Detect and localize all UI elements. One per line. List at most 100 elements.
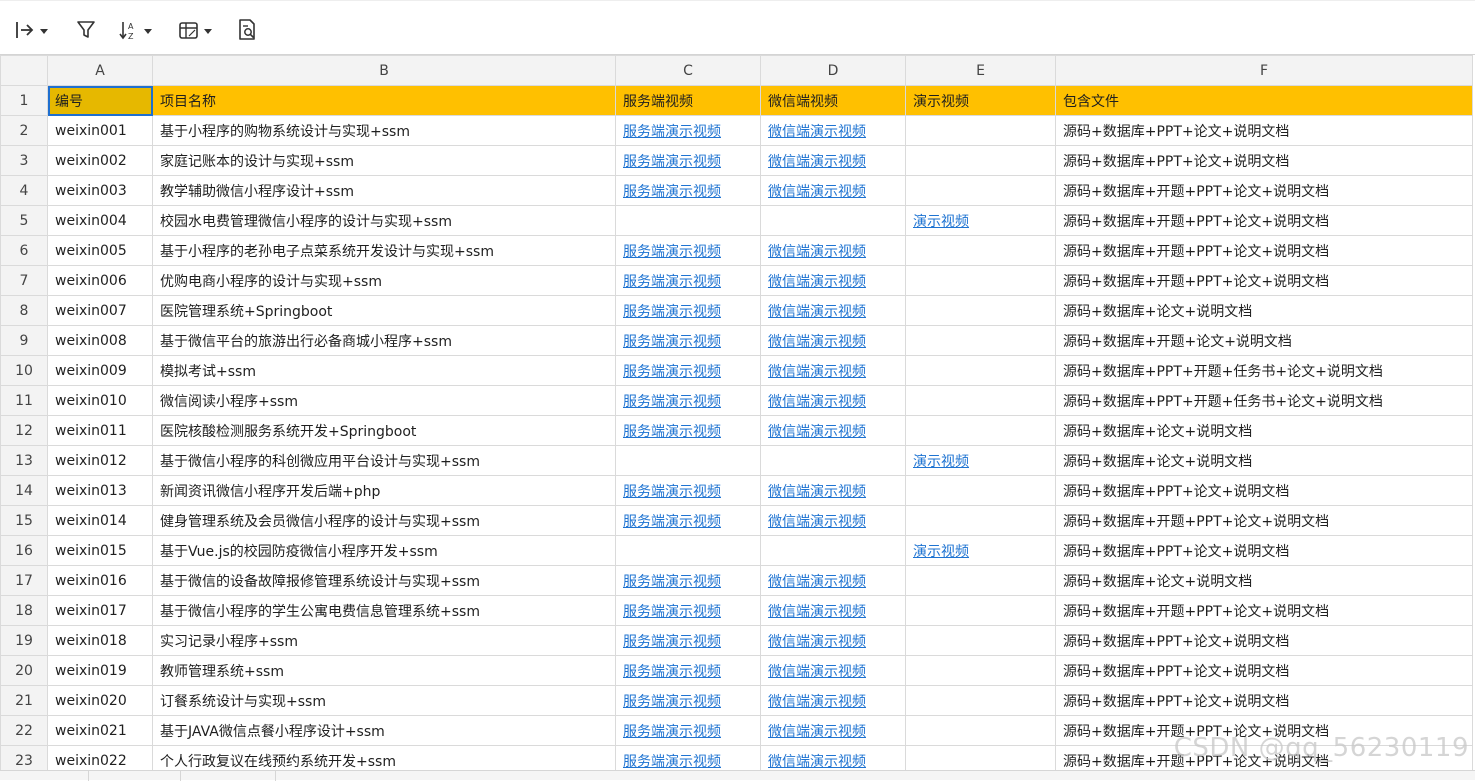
id-cell[interactable]: weixin012 — [47, 445, 153, 476]
server-video-cell[interactable]: 服务端演示视频 — [615, 595, 761, 626]
project-name-cell[interactable]: 教学辅助微信小程序设计+ssm — [152, 175, 616, 206]
wechat-video-cell[interactable]: 微信端演示视频 — [760, 415, 906, 446]
included-files-cell[interactable]: 源码+数据库+开题+PPT+论文+说明文档 — [1055, 505, 1473, 536]
id-cell[interactable]: weixin019 — [47, 655, 153, 686]
project-name-cell[interactable]: 项目名称 — [152, 85, 616, 116]
demo-video-cell[interactable] — [905, 505, 1056, 536]
server-video-cell[interactable]: 服务端演示视频 — [615, 385, 761, 416]
demo-video-cell[interactable] — [905, 175, 1056, 206]
id-cell[interactable]: weixin021 — [47, 715, 153, 746]
included-files-cell[interactable]: 源码+数据库+PPT+论文+说明文档 — [1055, 625, 1473, 656]
row-number[interactable]: 2 — [0, 115, 48, 146]
video-link[interactable]: 微信端演示视频 — [768, 184, 866, 200]
video-link[interactable]: 服务端演示视频 — [623, 304, 721, 320]
project-name-cell[interactable]: 优购电商小程序的设计与实现+ssm — [152, 265, 616, 296]
freeze-panes-button[interactable] — [14, 15, 48, 45]
id-cell[interactable]: weixin007 — [47, 295, 153, 326]
demo-video-cell[interactable]: 演示视频 — [905, 85, 1056, 116]
row-number[interactable]: 21 — [0, 685, 48, 716]
included-files-cell[interactable]: 源码+数据库+开题+PPT+论文+说明文档 — [1055, 595, 1473, 626]
server-video-cell[interactable]: 服务端演示视频 — [615, 145, 761, 176]
project-name-cell[interactable]: 健身管理系统及会员微信小程序的设计与实现+ssm — [152, 505, 616, 536]
project-name-cell[interactable]: 个人行政复议在线预约系统开发+ssm — [152, 745, 616, 770]
column-header-c[interactable]: C — [615, 55, 761, 86]
included-files-cell[interactable]: 源码+数据库+PPT+论文+说明文档 — [1055, 535, 1473, 566]
demo-video-cell[interactable]: 演示视频 — [905, 535, 1056, 566]
wechat-video-cell[interactable]: 微信端演示视频 — [760, 145, 906, 176]
video-link[interactable]: 服务端演示视频 — [623, 694, 721, 710]
server-video-cell[interactable]: 服务端演示视频 — [615, 745, 761, 770]
id-cell[interactable]: weixin004 — [47, 205, 153, 236]
column-header-f[interactable]: F — [1055, 55, 1473, 86]
demo-video-cell[interactable] — [905, 655, 1056, 686]
included-files-cell[interactable]: 包含文件 — [1055, 85, 1473, 116]
row-number[interactable]: 17 — [0, 565, 48, 596]
id-cell[interactable]: weixin017 — [47, 595, 153, 626]
wechat-video-cell[interactable]: 微信端演示视频 — [760, 295, 906, 326]
id-cell[interactable]: weixin009 — [47, 355, 153, 386]
row-number[interactable]: 18 — [0, 595, 48, 626]
wechat-video-cell[interactable]: 微信端演示视频 — [760, 385, 906, 416]
video-link[interactable]: 微信端演示视频 — [768, 304, 866, 320]
row-number[interactable]: 22 — [0, 715, 48, 746]
video-link[interactable]: 微信端演示视频 — [768, 574, 866, 590]
video-link[interactable]: 微信端演示视频 — [768, 634, 866, 650]
video-link[interactable]: 服务端演示视频 — [623, 274, 721, 290]
video-link[interactable]: 服务端演示视频 — [623, 364, 721, 380]
project-name-cell[interactable]: 基于微信小程序的科创微应用平台设计与实现+ssm — [152, 445, 616, 476]
demo-video-cell[interactable] — [905, 745, 1056, 770]
included-files-cell[interactable]: 源码+数据库+PPT+开题+任务书+论文+说明文档 — [1055, 355, 1473, 386]
project-name-cell[interactable]: 基于Vue.js的校园防疫微信小程序开发+ssm — [152, 535, 616, 566]
video-link[interactable]: 演示视频 — [913, 544, 969, 560]
demo-video-cell[interactable] — [905, 415, 1056, 446]
wechat-video-cell[interactable]: 微信端演示视频 — [760, 235, 906, 266]
included-files-cell[interactable]: 源码+数据库+开题+PPT+论文+说明文档 — [1055, 235, 1473, 266]
row-number[interactable]: 14 — [0, 475, 48, 506]
video-link[interactable]: 服务端演示视频 — [623, 184, 721, 200]
id-cell[interactable]: weixin011 — [47, 415, 153, 446]
column-header-b[interactable]: B — [152, 55, 616, 86]
video-link[interactable]: 服务端演示视频 — [623, 424, 721, 440]
wechat-video-cell[interactable]: 微信端演示视频 — [760, 745, 906, 770]
server-video-cell[interactable] — [615, 535, 761, 566]
server-video-cell[interactable]: 服务端演示视频 — [615, 475, 761, 506]
row-number[interactable]: 15 — [0, 505, 48, 536]
video-link[interactable]: 微信端演示视频 — [768, 514, 866, 530]
wechat-video-cell[interactable] — [760, 535, 906, 566]
project-name-cell[interactable]: 新闻资讯微信小程序开发后端+php — [152, 475, 616, 506]
project-name-cell[interactable]: 实习记录小程序+ssm — [152, 625, 616, 656]
demo-video-cell[interactable] — [905, 685, 1056, 716]
project-name-cell[interactable]: 医院核酸检测服务系统开发+Springboot — [152, 415, 616, 446]
video-link[interactable]: 服务端演示视频 — [623, 664, 721, 680]
wechat-video-cell[interactable] — [760, 445, 906, 476]
wechat-video-cell[interactable]: 微信端演示视频 — [760, 655, 906, 686]
project-name-cell[interactable]: 教师管理系统+ssm — [152, 655, 616, 686]
id-cell[interactable]: weixin010 — [47, 385, 153, 416]
column-header-d[interactable]: D — [760, 55, 906, 86]
row-number[interactable]: 12 — [0, 415, 48, 446]
included-files-cell[interactable]: 源码+数据库+PPT+论文+说明文档 — [1055, 145, 1473, 176]
id-cell[interactable]: weixin014 — [47, 505, 153, 536]
row-number[interactable]: 16 — [0, 535, 48, 566]
wechat-video-cell[interactable]: 微信端演示视频 — [760, 715, 906, 746]
server-video-cell[interactable]: 服务端视频 — [615, 85, 761, 116]
server-video-cell[interactable]: 服务端演示视频 — [615, 325, 761, 356]
video-link[interactable]: 微信端演示视频 — [768, 244, 866, 260]
id-cell[interactable]: weixin002 — [47, 145, 153, 176]
wechat-video-cell[interactable]: 微信端演示视频 — [760, 565, 906, 596]
demo-video-cell[interactable] — [905, 325, 1056, 356]
video-link[interactable]: 服务端演示视频 — [623, 754, 721, 770]
server-video-cell[interactable]: 服务端演示视频 — [615, 565, 761, 596]
row-number[interactable]: 10 — [0, 355, 48, 386]
row-number[interactable]: 20 — [0, 655, 48, 686]
id-cell[interactable]: 编号 — [47, 85, 153, 116]
demo-video-cell[interactable] — [905, 565, 1056, 596]
row-number[interactable]: 6 — [0, 235, 48, 266]
project-name-cell[interactable]: 基于小程序的购物系统设计与实现+ssm — [152, 115, 616, 146]
server-video-cell[interactable]: 服务端演示视频 — [615, 235, 761, 266]
video-link[interactable]: 服务端演示视频 — [623, 154, 721, 170]
wechat-video-cell[interactable]: 微信端演示视频 — [760, 325, 906, 356]
demo-video-cell[interactable] — [905, 145, 1056, 176]
included-files-cell[interactable]: 源码+数据库+PPT+论文+说明文档 — [1055, 475, 1473, 506]
included-files-cell[interactable]: 源码+数据库+开题+PPT+论文+说明文档 — [1055, 265, 1473, 296]
